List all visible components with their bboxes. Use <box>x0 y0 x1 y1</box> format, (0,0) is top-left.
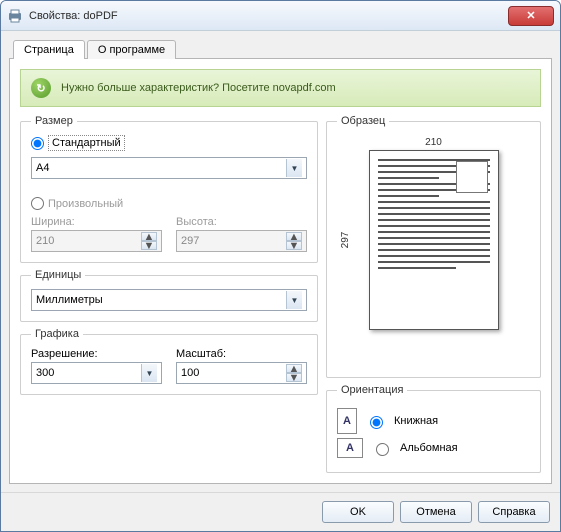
height-input: 297 ▲▼ <box>176 230 307 252</box>
close-button[interactable]: ✕ <box>508 6 554 26</box>
spinner-buttons[interactable]: ▲▼ <box>286 364 302 382</box>
height-value: 297 <box>181 235 199 247</box>
height-label: Высота: <box>176 216 307 228</box>
graphics-legend: Графика <box>31 328 83 340</box>
units-group: Единицы Миллиметры ▼ <box>20 269 318 322</box>
arrow-circle-icon: ↻ <box>31 78 51 98</box>
preview-width-dim: 210 <box>425 137 442 148</box>
resolution-value: 300 <box>36 367 54 379</box>
spinner-buttons: ▲▼ <box>286 232 302 250</box>
tab-about[interactable]: О программе <box>87 40 176 59</box>
radio-custom[interactable] <box>31 197 44 210</box>
radio-portrait[interactable] <box>370 416 383 429</box>
orientation-group: Ориентация A Книжная A Альбомная <box>326 384 541 473</box>
radio-standard[interactable] <box>31 137 44 150</box>
preview-stage: 210 297 <box>337 135 530 345</box>
titlebar[interactable]: Свойства: doPDF ✕ <box>1 1 560 31</box>
content-area: Страница О программе ↻ Нужно больше хара… <box>1 31 560 492</box>
units-value: Миллиметры <box>36 294 103 306</box>
orientation-legend: Ориентация <box>337 384 407 396</box>
scale-value: 100 <box>181 367 199 379</box>
radio-landscape-label: Альбомная <box>400 442 458 454</box>
graphics-group: Графика Разрешение: 300 ▼ Масштаб: <box>20 328 318 395</box>
portrait-icon: A <box>337 408 357 434</box>
page-thumbnail <box>369 150 499 330</box>
tab-content: ↻ Нужно больше характеристик? Посетите n… <box>9 59 552 484</box>
width-input: 210 ▲▼ <box>31 230 162 252</box>
preview-group: Образец 210 297 <box>326 115 541 378</box>
radio-portrait-label: Книжная <box>394 415 438 427</box>
size-legend: Размер <box>31 115 77 127</box>
radio-landscape[interactable] <box>376 443 389 456</box>
close-icon: ✕ <box>526 9 535 22</box>
radio-standard-label: Стандартный <box>48 135 125 151</box>
dialog-footer: OK Отмена Справка <box>1 492 560 531</box>
preview-height-dim: 297 <box>340 232 351 249</box>
chevron-down-icon: ▼ <box>286 291 302 309</box>
help-button[interactable]: Справка <box>478 501 550 523</box>
chevron-down-icon: ▼ <box>141 364 157 382</box>
units-select[interactable]: Миллиметры ▼ <box>31 289 307 311</box>
units-legend: Единицы <box>31 269 85 281</box>
properties-dialog: Свойства: doPDF ✕ Страница О программе ↻… <box>0 0 561 532</box>
printer-icon <box>7 8 23 24</box>
chevron-down-icon: ▼ <box>286 159 302 177</box>
tab-page[interactable]: Страница <box>13 40 85 59</box>
thumbnail-image-box <box>456 161 488 193</box>
scale-label: Масштаб: <box>176 348 307 360</box>
banner-text: Нужно больше характеристик? Посетите nov… <box>61 82 336 94</box>
radio-custom-label: Произвольный <box>48 198 123 210</box>
width-value: 210 <box>36 235 54 247</box>
ok-button[interactable]: OK <box>322 501 394 523</box>
spinner-buttons: ▲▼ <box>141 232 157 250</box>
landscape-icon: A <box>337 438 363 458</box>
paper-size-value: A4 <box>36 162 49 174</box>
paper-size-select[interactable]: A4 ▼ <box>31 157 307 179</box>
size-group: Размер Стандартный A4 ▼ Произвольный <box>20 115 318 263</box>
resolution-label: Разрешение: <box>31 348 162 360</box>
resolution-select[interactable]: 300 ▼ <box>31 362 162 384</box>
scale-input[interactable]: 100 ▲▼ <box>176 362 307 384</box>
width-label: Ширина: <box>31 216 162 228</box>
window-title: Свойства: doPDF <box>29 10 508 22</box>
promo-banner[interactable]: ↻ Нужно больше характеристик? Посетите n… <box>20 69 541 107</box>
preview-legend: Образец <box>337 115 389 127</box>
cancel-button[interactable]: Отмена <box>400 501 472 523</box>
tabstrip: Страница О программе <box>9 39 552 59</box>
